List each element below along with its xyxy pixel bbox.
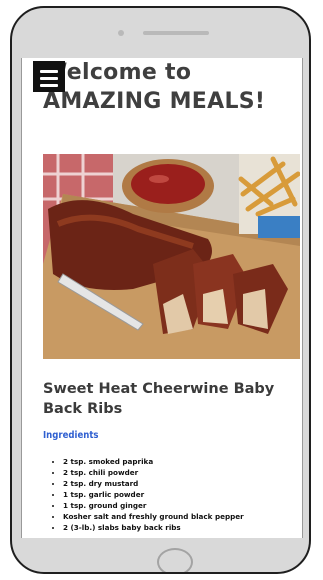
ingredient-item: Kosher salt and freshly ground black pep…	[63, 511, 244, 522]
ribs-photo	[43, 154, 300, 359]
ingredient-item: 1 tsp. garlic powder	[63, 489, 244, 500]
ingredients-heading: Ingredients	[43, 430, 99, 441]
ingredient-item: 1 tsp. ground ginger	[63, 500, 244, 511]
ingredient-item: 2 (3-lb.) slabs baby back ribs	[63, 522, 244, 533]
home-button[interactable]	[157, 548, 193, 572]
phone-frame: Welcome to AMAZING MEALS! Sweet Heat Che…	[10, 6, 311, 574]
hamburger-menu-icon	[40, 70, 58, 73]
recipe-title: Sweet Heat Cheerwine Baby Back Ribs	[43, 381, 275, 417]
recipe-hero-image	[43, 154, 300, 359]
welcome-line-1: Welcome to	[43, 60, 192, 85]
ingredient-item: 2 tsp. chili powder	[63, 467, 244, 478]
ingredient-item: 2 tsp. dry mustard	[63, 478, 244, 489]
welcome-line-2: AMAZING MEALS!	[43, 89, 266, 114]
ingredients-list: 2 tsp. smoked paprika 2 tsp. chili powde…	[48, 456, 244, 533]
welcome-heading: Welcome to AMAZING MEALS!	[43, 58, 265, 116]
hamburger-menu-button[interactable]	[33, 61, 65, 92]
speaker-grille	[143, 31, 209, 35]
ingredient-item: 2 tsp. smoked paprika	[63, 456, 244, 467]
camera-dot	[118, 30, 124, 36]
phone-screen[interactable]: Welcome to AMAZING MEALS! Sweet Heat Che…	[21, 58, 303, 538]
